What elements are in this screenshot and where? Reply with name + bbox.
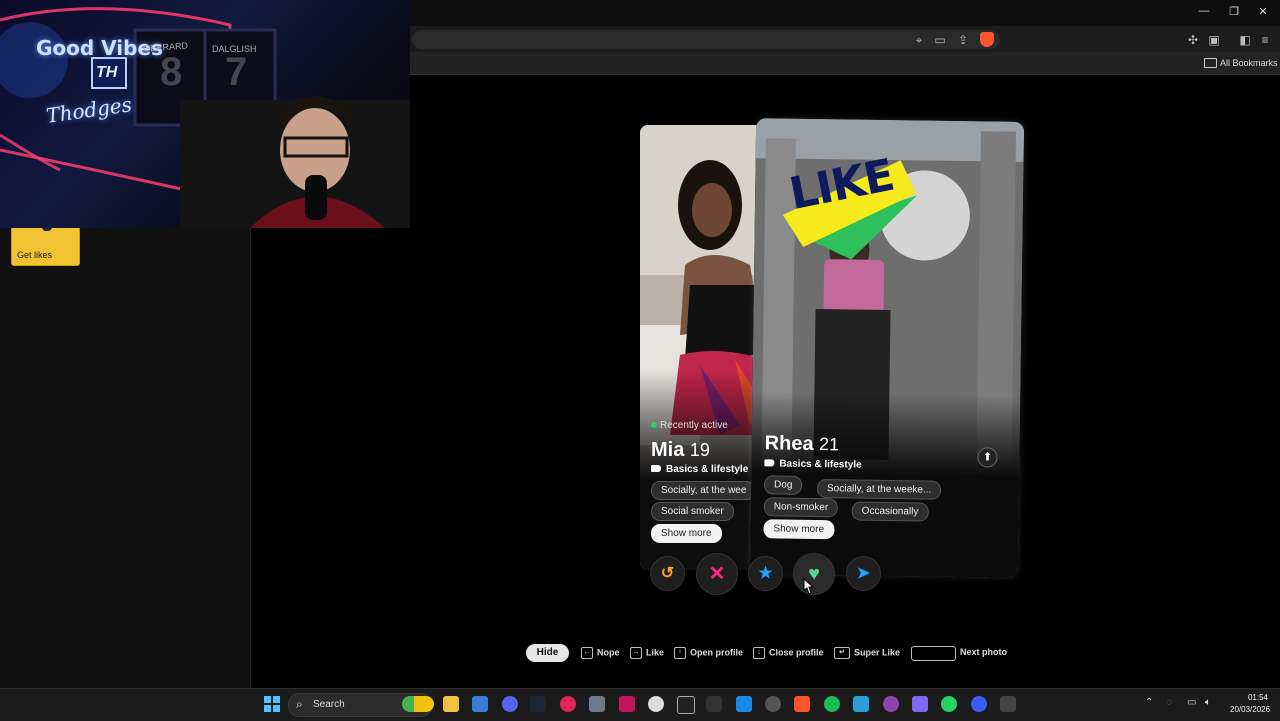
shortcut-close-profile: ↓ Close profile bbox=[753, 647, 824, 659]
app-mail-icon[interactable] bbox=[1000, 696, 1016, 712]
recently-active-status: Recently active bbox=[651, 420, 728, 431]
get-likes-label: Get likes bbox=[17, 250, 53, 260]
jersey-number-1: 8 bbox=[160, 50, 183, 94]
basics-label: Basics & lifestyle bbox=[779, 458, 862, 471]
restore-icon[interactable]: ❐ bbox=[1226, 5, 1242, 18]
chrome-icon[interactable] bbox=[765, 696, 781, 712]
taskbar-clock[interactable]: 01:54 20/03/2026 bbox=[1230, 692, 1271, 716]
menu-icon[interactable]: ≡ bbox=[1257, 32, 1273, 48]
arrow-right-icon: → bbox=[630, 647, 642, 659]
basics-heading-mia: Basics & lifestyle bbox=[651, 464, 748, 475]
show-more-button-rhea[interactable]: Show more bbox=[763, 519, 835, 540]
whatsapp-icon[interactable] bbox=[941, 696, 957, 712]
app-icon[interactable] bbox=[619, 696, 635, 712]
app-chat-icon[interactable] bbox=[853, 696, 869, 712]
spacebar-key-icon bbox=[911, 646, 956, 661]
obs-icon[interactable] bbox=[648, 696, 664, 712]
cast-icon[interactable]: ▭ bbox=[932, 32, 948, 48]
name-label: Rhea bbox=[764, 432, 814, 455]
arrow-up-icon: ↑ bbox=[674, 647, 686, 659]
wallet-icon[interactable]: ▣ bbox=[1206, 32, 1222, 48]
star-icon: ★ bbox=[758, 565, 773, 582]
share-icon[interactable]: ⇪ bbox=[955, 32, 971, 48]
shortcut-open-profile: ↑ Open profile bbox=[674, 647, 743, 659]
close-window-icon[interactable]: ✕ bbox=[1255, 5, 1271, 18]
nope-button[interactable]: ✕ bbox=[696, 553, 738, 595]
shortcut-super-like: ↵ Super Like bbox=[834, 647, 900, 659]
age-label: 21 bbox=[818, 434, 840, 455]
discord-icon[interactable] bbox=[502, 696, 518, 712]
chip-drinking: Socially, at the wee bbox=[651, 481, 757, 500]
chip-workout: Occasionally bbox=[851, 501, 929, 522]
store-icon[interactable] bbox=[472, 696, 488, 712]
shortcut-like: → Like bbox=[630, 647, 664, 659]
close-x-icon: ✕ bbox=[708, 563, 726, 585]
super-like-button[interactable]: ★ bbox=[748, 556, 783, 591]
settings-gear-icon[interactable] bbox=[589, 696, 605, 712]
brave-icon[interactable] bbox=[794, 696, 810, 712]
get-likes-button[interactable]: Get likes bbox=[11, 223, 80, 266]
show-more-button-mia[interactable]: Show more bbox=[651, 524, 722, 543]
tray-app-icon[interactable]: ◌ bbox=[1166, 697, 1172, 708]
rewind-icon: ↺ bbox=[660, 565, 675, 582]
widget-moon-icon[interactable] bbox=[414, 696, 434, 712]
profile-name-mia: Mia 19 bbox=[651, 439, 710, 462]
basics-heading-rhea: Basics & lifestyle bbox=[764, 458, 862, 471]
brave-shield-icon[interactable] bbox=[980, 32, 994, 47]
media-player-icon[interactable] bbox=[560, 696, 576, 712]
app-purple-icon[interactable] bbox=[883, 696, 899, 712]
app-arc-icon[interactable] bbox=[971, 696, 987, 712]
profile-card-rhea[interactable]: LIKE Rhea 21 ⬆ Basics & lifestyle Dog So… bbox=[749, 118, 1025, 578]
tag-icon bbox=[764, 459, 775, 467]
shortcut-nope: ← Nope bbox=[581, 647, 620, 659]
chip-pets: Dog bbox=[763, 475, 803, 495]
tray-chevron-icon[interactable]: ⌃ bbox=[1145, 697, 1153, 708]
chip-smoking: Non-smoker bbox=[763, 497, 839, 518]
spotify-icon[interactable] bbox=[824, 696, 840, 712]
audio-meter-icon[interactable] bbox=[677, 696, 695, 714]
location-icon[interactable]: ⌖ bbox=[911, 32, 927, 48]
folder-icon bbox=[1204, 58, 1217, 68]
send-icon: ➤ bbox=[856, 565, 871, 582]
chip-smoking: Social smoker bbox=[651, 502, 734, 521]
age-label: 19 bbox=[689, 440, 710, 460]
steam-icon[interactable] bbox=[530, 696, 546, 712]
boost-button[interactable]: ➤ bbox=[846, 556, 881, 591]
bookmarks-bar bbox=[410, 52, 1280, 75]
name-label: Mia bbox=[651, 439, 685, 461]
app-g-icon[interactable] bbox=[706, 696, 722, 712]
rewind-button[interactable]: ↺ bbox=[650, 556, 685, 591]
basics-label: Basics & lifestyle bbox=[666, 464, 749, 475]
jersey-number-2: 7 bbox=[225, 50, 248, 94]
windows-taskbar bbox=[0, 688, 1280, 721]
profile-name-rhea: Rhea 21 bbox=[764, 432, 840, 456]
enter-key-icon: ↵ bbox=[834, 647, 850, 659]
arrow-down-icon: ↓ bbox=[753, 647, 765, 659]
clock-date: 20/03/2026 bbox=[1230, 705, 1271, 714]
clock-time: 01:54 bbox=[1247, 693, 1268, 702]
app-grid-icon[interactable] bbox=[736, 696, 752, 712]
widget-icon[interactable] bbox=[402, 696, 414, 712]
shortcut-next-photo: Next photo bbox=[960, 647, 1007, 657]
sidebar-toggle-icon[interactable]: ◧ bbox=[1237, 32, 1253, 48]
chip-drinking: Socially, at the weeke... bbox=[816, 479, 942, 500]
file-explorer-icon[interactable] bbox=[443, 696, 459, 712]
search-icon: ⌕ bbox=[296, 697, 303, 711]
minimize-icon[interactable]: — bbox=[1196, 5, 1212, 17]
volume-icon[interactable]: 🔈︎ bbox=[1205, 697, 1211, 708]
windows-start-icon[interactable] bbox=[264, 696, 280, 712]
status-label: Recently active bbox=[660, 420, 728, 431]
hide-shortcuts-button[interactable]: Hide bbox=[526, 644, 569, 662]
all-bookmarks-link[interactable]: All Bookmarks bbox=[1220, 58, 1278, 68]
active-dot-icon bbox=[651, 422, 657, 428]
app-discord2-icon[interactable] bbox=[912, 696, 928, 712]
tag-icon bbox=[651, 465, 661, 472]
arrow-left-icon: ← bbox=[581, 647, 593, 659]
neon-sign-initials: TH bbox=[96, 64, 118, 81]
network-icon[interactable]: ▭ bbox=[1187, 697, 1196, 708]
extensions-icon[interactable]: ✣ bbox=[1185, 32, 1201, 48]
taskbar-search-label: Search bbox=[313, 699, 345, 710]
mouse-cursor-icon bbox=[803, 578, 814, 595]
webcam-overlay: Good Vibes TH Thodges GERRARD 8 DALGLISH… bbox=[0, 0, 410, 228]
